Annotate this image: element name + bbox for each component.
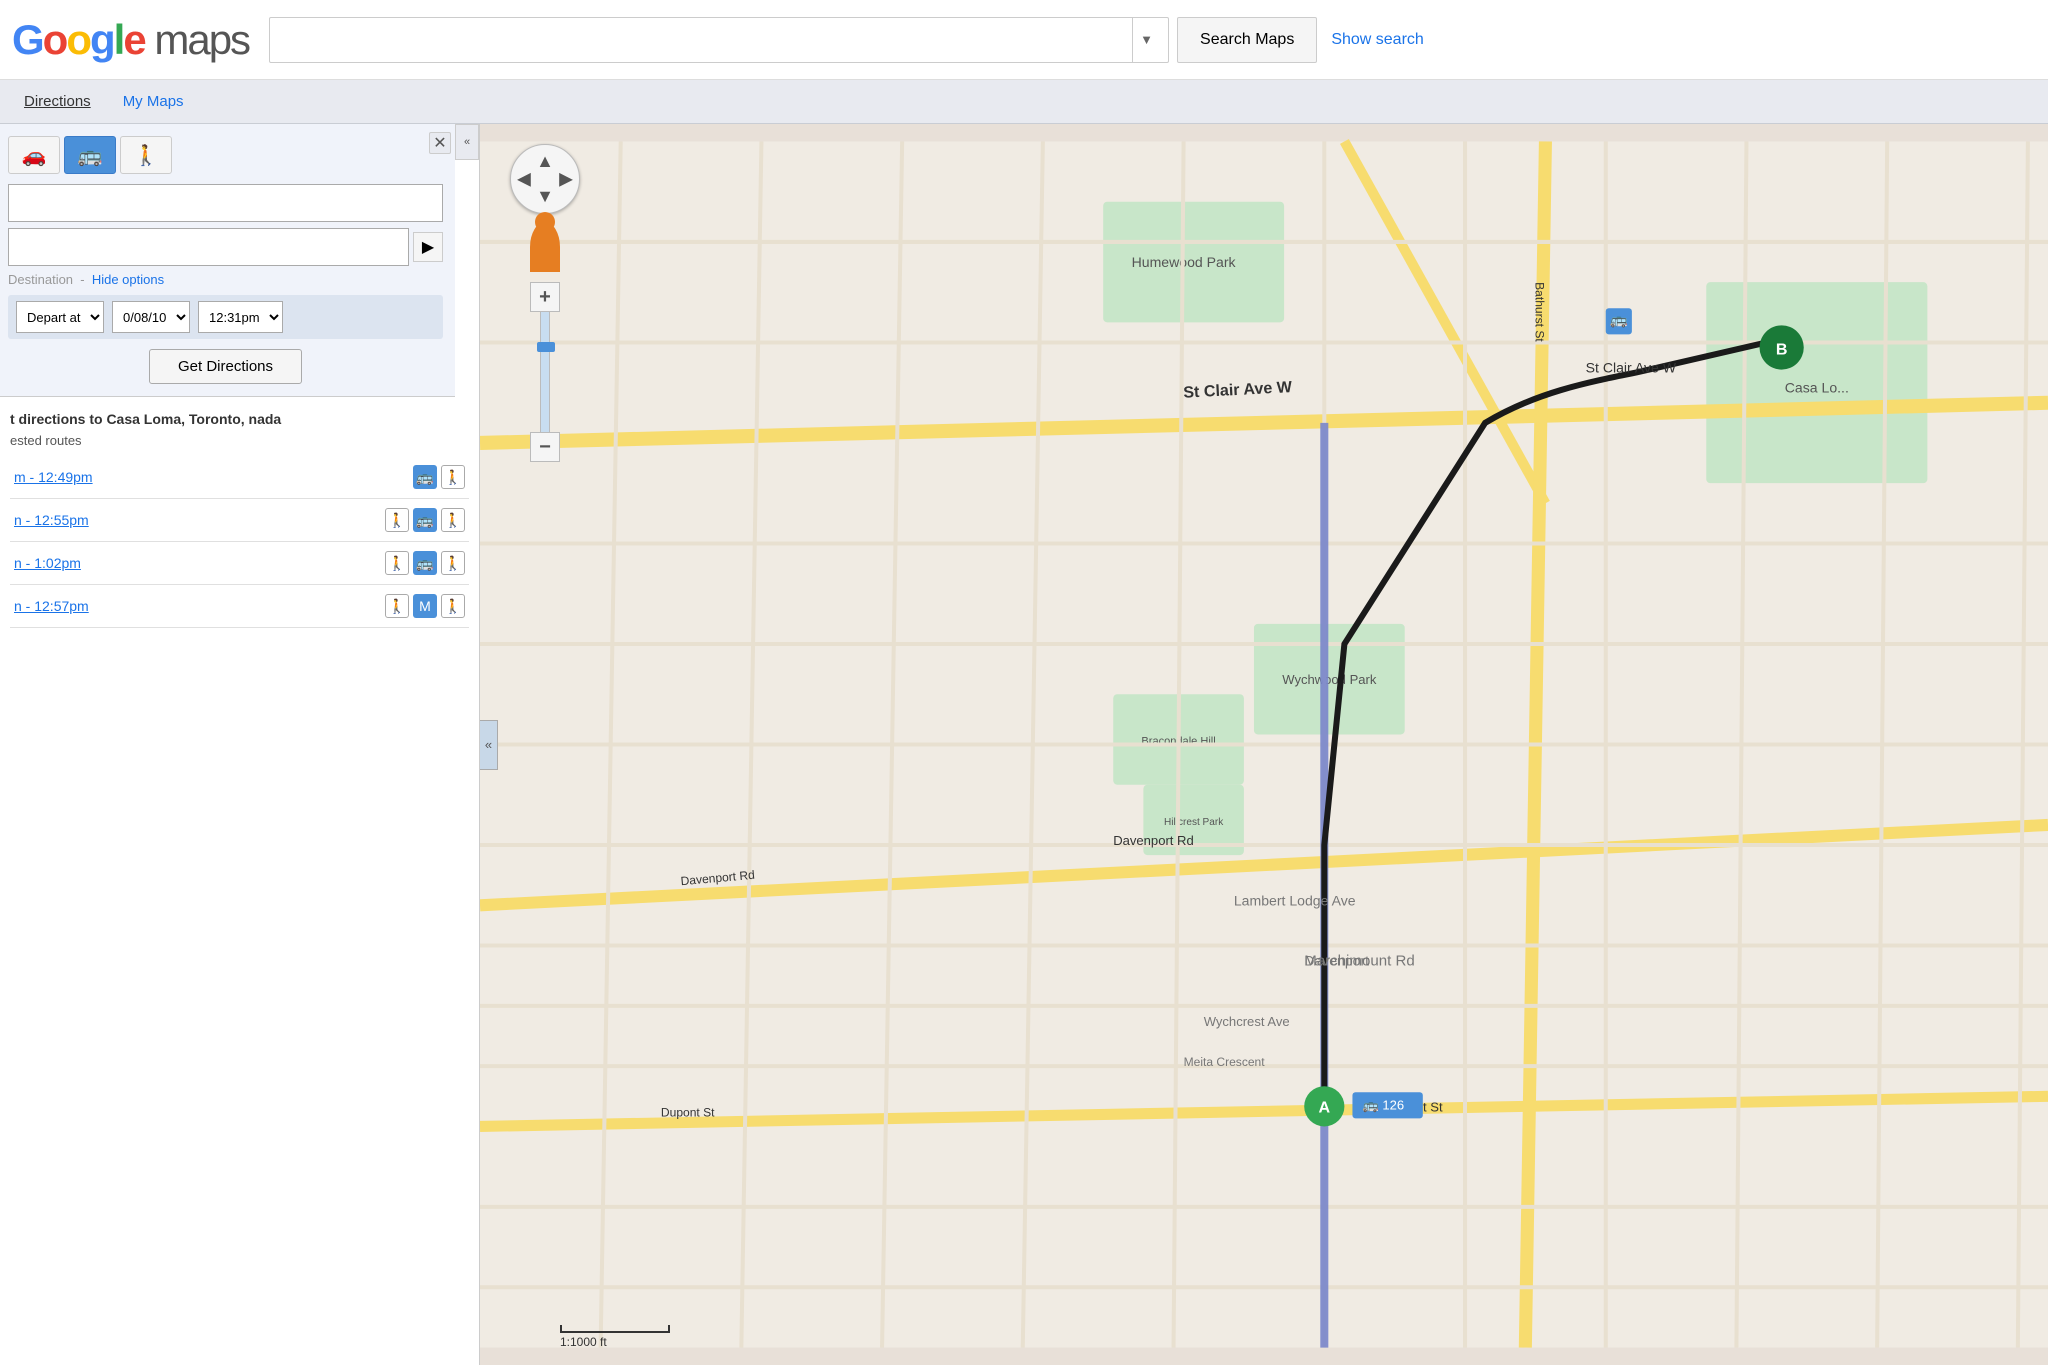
route-3-bus-icon: 🚌	[413, 551, 437, 575]
navigation-control[interactable]: ▲ ▼ ◀ ▶	[510, 144, 580, 214]
route-4-walk1-icon: 🚶	[385, 594, 409, 618]
zoom-track	[540, 312, 550, 432]
svg-text:A: A	[1318, 1098, 1330, 1116]
route-2-bus-icon: 🚌	[413, 508, 437, 532]
route-4-walk2-icon: 🚶	[441, 594, 465, 618]
zoom-in-button[interactable]: +	[530, 282, 560, 312]
depart-at-select[interactable]: Depart at	[16, 301, 104, 333]
route-1-icons: 🚌 🚶	[413, 465, 465, 489]
from-row: Christie and Dupont, Toronto	[8, 184, 443, 222]
pegman-control[interactable]	[530, 222, 560, 272]
search-dropdown-arrow[interactable]: ▼	[1132, 18, 1160, 62]
time-row: Depart at 0/08/10 12:31pm	[8, 295, 443, 339]
route-3-walk2-icon: 🚶	[441, 551, 465, 575]
route-2-walk2-icon: 🚶	[441, 508, 465, 532]
route-3-walk1-icon: 🚶	[385, 551, 409, 575]
header: Google maps ▼ Search Maps Show search	[0, 0, 2048, 80]
time-select[interactable]: 12:31pm	[198, 301, 283, 333]
transport-transit-button[interactable]: 🚌	[64, 136, 116, 174]
route-row-4[interactable]: n - 12:57pm 🚶 M 🚶	[10, 585, 469, 628]
results-section: t directions to Casa Loma, Toronto, nada…	[0, 397, 479, 638]
svg-text:Dupont St: Dupont St	[661, 1105, 715, 1119]
directions-form: ✕ 🚗 🚌 🚶 Christie and Dupont, Toronto Cas…	[0, 124, 455, 397]
svg-text:Bathurst St: Bathurst St	[1532, 282, 1546, 342]
transport-car-button[interactable]: 🚗	[8, 136, 60, 174]
svg-text:Meita Crescent: Meita Crescent	[1184, 1055, 1266, 1069]
route-1-bus-icon: 🚌	[413, 465, 437, 489]
main-layout: « ✕ 🚗 🚌 🚶 Christie and Dupont, Toronto C…	[0, 124, 2048, 1365]
route-3-icons: 🚶 🚌 🚶	[385, 551, 465, 575]
zoom-out-button[interactable]: −	[530, 432, 560, 462]
suggested-routes-label: ested routes	[10, 433, 469, 448]
zoom-controls: + −	[530, 282, 560, 462]
route-row-1[interactable]: m - 12:49pm 🚌 🚶	[10, 456, 469, 499]
map-controls: ▲ ▼ ◀ ▶ + −	[510, 144, 580, 462]
scale-bar: 1:1000 ft	[560, 1325, 670, 1349]
hide-options-link[interactable]: Hide options	[92, 272, 164, 287]
from-input[interactable]: Christie and Dupont, Toronto	[8, 184, 443, 222]
to-row: Casa Loma, Toronto ▶	[8, 228, 443, 266]
transport-walk-button[interactable]: 🚶	[120, 136, 172, 174]
route-1-time: m - 12:49pm	[14, 469, 93, 485]
route-1-walk-icon: 🚶	[441, 465, 465, 489]
tab-my-maps[interactable]: My Maps	[107, 83, 200, 120]
svg-text:Casa Lo...: Casa Lo...	[1785, 380, 1849, 396]
show-search-link[interactable]: Show search	[1331, 31, 1424, 49]
date-select[interactable]: 0/08/10	[112, 301, 190, 333]
swap-button[interactable]: ▶	[413, 232, 443, 262]
logo-maps-text: maps	[154, 16, 249, 63]
pan-right-arrow: ▶	[559, 169, 573, 190]
svg-text:🚌: 🚌	[1610, 311, 1628, 328]
search-maps-button[interactable]: Search Maps	[1177, 17, 1317, 63]
logo: Google maps	[12, 16, 249, 64]
get-directions-button[interactable]: Get Directions	[149, 349, 302, 384]
route-4-time: n - 12:57pm	[14, 598, 89, 614]
svg-text:Hillcrest Park: Hillcrest Park	[1164, 817, 1224, 828]
svg-text:Lambert Lodge Ave: Lambert Lodge Ave	[1234, 892, 1356, 908]
route-2-time: n - 12:55pm	[14, 512, 89, 528]
results-title: t directions to Casa Loma, Toronto, nada	[10, 411, 469, 427]
form-close-button[interactable]: ✕	[429, 132, 451, 154]
route-row-2[interactable]: n - 12:55pm 🚶 🚌 🚶	[10, 499, 469, 542]
transport-mode-selector: 🚗 🚌 🚶	[8, 136, 443, 174]
svg-text:Wychcrest Ave: Wychcrest Ave	[1204, 1014, 1290, 1029]
sidebar: « ✕ 🚗 🚌 🚶 Christie and Dupont, Toronto C…	[0, 124, 480, 1365]
scale-label: 1:1000 ft	[560, 1335, 607, 1349]
destination-label: Destination	[8, 272, 73, 287]
svg-text:B: B	[1776, 341, 1788, 359]
map-svg: Humewood Park Wychwood Park Bracondale H…	[480, 124, 2048, 1365]
map-container[interactable]: « Humewood Park Wychwood Park Bracondale…	[480, 124, 2048, 1365]
svg-text:Davenport Rd: Davenport Rd	[1113, 833, 1194, 848]
pan-up-arrow: ▲	[536, 151, 554, 172]
route-4-icons: 🚶 M 🚶	[385, 594, 465, 618]
route-row-3[interactable]: n - 1:02pm 🚶 🚌 🚶	[10, 542, 469, 585]
search-input[interactable]	[278, 29, 1132, 50]
svg-text:Wychwood Park: Wychwood Park	[1282, 672, 1377, 687]
sidebar-collapse-button[interactable]: «	[455, 124, 479, 160]
route-3-time: n - 1:02pm	[14, 555, 81, 571]
to-input[interactable]: Casa Loma, Toronto	[8, 228, 409, 266]
svg-text:🚌 126: 🚌 126	[1363, 1097, 1405, 1112]
tab-directions[interactable]: Directions	[8, 83, 107, 120]
route-2-icons: 🚶 🚌 🚶	[385, 508, 465, 532]
map-collapse-button[interactable]: «	[480, 720, 498, 770]
options-row: Destination - Hide options	[8, 272, 443, 287]
search-bar: ▼	[269, 17, 1169, 63]
pan-left-arrow: ◀	[517, 169, 531, 190]
route-4-metro-icon: M	[413, 594, 437, 618]
nav-tabs: Directions My Maps	[0, 80, 2048, 124]
route-2-walk1-icon: 🚶	[385, 508, 409, 532]
scale-line	[560, 1325, 670, 1333]
svg-text:Davenport: Davenport	[1304, 953, 1369, 969]
zoom-thumb[interactable]	[537, 342, 555, 352]
svg-text:St Clair Ave W: St Clair Ave W	[1586, 360, 1677, 376]
pan-down-arrow: ▼	[536, 186, 554, 207]
